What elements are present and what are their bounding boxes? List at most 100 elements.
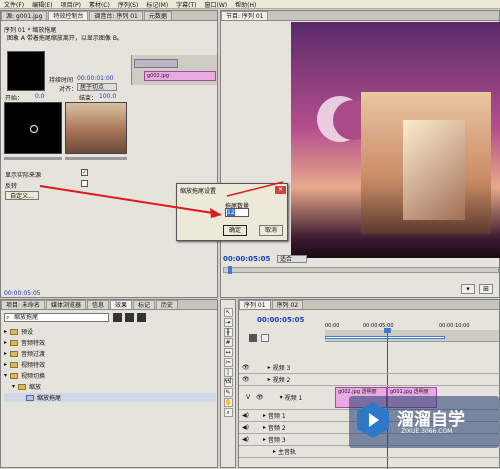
show-source-checkbox[interactable]: ✓ — [81, 169, 88, 176]
mini-timeline: g002.jpg — [131, 55, 217, 85]
menu-sequence[interactable]: 序列(S) — [114, 0, 143, 9]
tree-item-video-effects[interactable]: ▸ 视频特效 — [4, 360, 216, 369]
snap-icon[interactable] — [249, 334, 257, 342]
tab-sequence-01[interactable]: 序列 01 — [239, 300, 271, 309]
program-timecode[interactable]: 00:00:05:05 — [223, 255, 270, 263]
tree-label: 视频特效 — [21, 362, 46, 369]
tab-effects[interactable]: 效果 — [109, 300, 132, 309]
button-editor-icon[interactable]: ⊞ — [479, 284, 493, 294]
eye-icon[interactable]: 👁 — [242, 376, 250, 383]
speaker-icon[interactable]: ◀) — [242, 436, 249, 443]
preview-a — [4, 102, 62, 154]
collapse-icon[interactable]: ▸ — [263, 424, 266, 431]
pen-tool-icon[interactable]: ✎ — [223, 388, 233, 397]
align-select[interactable]: 居于切点 — [77, 83, 117, 91]
collapse-icon[interactable]: ▾ — [280, 394, 283, 401]
eye-icon[interactable]: 👁 — [256, 394, 264, 401]
tab-markers[interactable]: 标记 — [132, 300, 155, 309]
work-area-bar[interactable] — [325, 336, 445, 339]
effects-search-input[interactable]: ⌕ 缩放拖尾 — [4, 313, 109, 322]
timeline-timecode[interactable]: 00:00:05:05 — [257, 316, 304, 324]
selection-tool-icon[interactable]: ↖ — [223, 308, 233, 317]
hand-tool-icon[interactable]: ✋ — [223, 398, 233, 407]
track-label: 主音轨 — [277, 449, 296, 456]
track-video-2[interactable]: 👁 ▸ 视频 2 — [239, 374, 500, 386]
timeline-panel: 序列 01 序列 02 00:00:05:05 00:00 00:00:05:0… — [238, 299, 500, 469]
tab-program[interactable]: 节目: 序列 01 — [221, 11, 269, 20]
accelerated-effects-icon[interactable] — [113, 313, 122, 322]
tab-sequence-02[interactable]: 序列 02 — [271, 300, 304, 309]
tab-source[interactable]: 源: g001.jpg — [1, 11, 48, 20]
razor-tool-icon[interactable]: ✂ — [223, 358, 233, 367]
tree-item-presets[interactable]: ▸ 预设 — [4, 327, 216, 336]
tab-history[interactable]: 历史 — [156, 300, 179, 309]
tab-project[interactable]: 项目: 未命名 — [1, 300, 45, 309]
track-select-tool-icon[interactable]: ⇥ — [223, 318, 233, 327]
program-scrubber[interactable] — [223, 266, 499, 274]
close-icon[interactable]: ✕ — [275, 186, 286, 194]
tree-item-zoom[interactable]: ▾ 缩放 — [4, 382, 216, 391]
rolling-edit-tool-icon[interactable]: # — [223, 338, 233, 347]
end-slider[interactable] — [65, 157, 127, 160]
tree-item-zoom-trails[interactable]: 缩放拖尾 — [4, 393, 216, 402]
center-point-icon[interactable] — [30, 125, 38, 133]
track-video-3[interactable]: 👁 ▸ 视频 3 — [239, 362, 500, 374]
menu-title[interactable]: 字幕(T) — [172, 0, 200, 9]
eye-icon[interactable]: 👁 — [242, 364, 250, 371]
trail-count-input[interactable]: 12 — [225, 208, 249, 217]
tab-info[interactable]: 信息 — [86, 300, 109, 309]
start-slider[interactable] — [4, 157, 62, 160]
dialog-title: 缩放拖尾设置 — [180, 188, 217, 195]
collapse-icon[interactable]: ▸ — [273, 448, 276, 455]
menu-clip[interactable]: 素材(C) — [85, 0, 114, 9]
custom-button[interactable]: 自定义... — [5, 191, 39, 200]
32bit-effects-icon[interactable] — [125, 313, 134, 322]
menu-marker[interactable]: 标记(M) — [142, 0, 172, 9]
ok-button[interactable]: 确定 — [223, 225, 247, 236]
tab-metadata[interactable]: 元数据 — [143, 11, 172, 20]
transition-bar[interactable] — [134, 59, 178, 68]
playhead-marker[interactable] — [228, 266, 232, 274]
watermark-url: ZIXUE.3066.COM — [401, 428, 453, 435]
zoom-tool-icon[interactable]: ⌕ — [223, 408, 233, 417]
tree-label: 缩放拖尾 — [37, 395, 62, 402]
time-ruler[interactable] — [325, 330, 499, 342]
menu-edit[interactable]: 编辑(E) — [28, 0, 56, 9]
cancel-button[interactable]: 取消 — [259, 225, 283, 236]
menu-project[interactable]: 项目(P) — [57, 0, 85, 9]
ripple-edit-tool-icon[interactable]: ╫ — [223, 328, 233, 337]
effect-timecode[interactable]: 00:00:05:05 — [4, 290, 41, 297]
collapse-icon[interactable]: ▸ — [263, 436, 266, 443]
collapse-icon[interactable]: ▸ — [263, 412, 266, 419]
marker-icon[interactable] — [261, 334, 269, 342]
yuv-effects-icon[interactable] — [137, 313, 146, 322]
rate-stretch-tool-icon[interactable]: ↔ — [223, 348, 233, 357]
collapse-icon[interactable]: ▸ — [268, 376, 271, 383]
tab-audio-mixer[interactable]: 调音台: 序列 01 — [89, 11, 143, 20]
start-value[interactable]: 0.0 — [35, 93, 45, 100]
tree-item-audio-effects[interactable]: ▸ 音频特效 — [4, 338, 216, 347]
fit-select[interactable]: 适合 — [277, 255, 307, 263]
program-video-frame[interactable] — [291, 22, 500, 258]
tab-media-browser[interactable]: 媒体浏览器 — [45, 300, 86, 309]
settings-icon[interactable]: ▾ — [461, 284, 475, 294]
playhead-handle[interactable] — [384, 328, 391, 333]
menu-help[interactable]: 帮助(H) — [231, 0, 260, 9]
duration-value[interactable]: 00:00:01:00 — [77, 75, 114, 82]
speaker-icon[interactable]: ◀) — [242, 424, 249, 431]
menu-file[interactable]: 文件(F) — [0, 0, 28, 9]
tree-item-video-transitions[interactable]: ▾ 视频切换 — [4, 371, 216, 380]
transition-preview[interactable] — [7, 51, 45, 91]
transition-icon — [26, 394, 34, 401]
speaker-icon[interactable]: ◀) — [242, 412, 249, 419]
tree-label: 音频过渡 — [21, 351, 46, 358]
end-value[interactable]: 100.0 — [99, 93, 116, 100]
menu-window[interactable]: 窗口(W) — [201, 0, 232, 9]
tree-item-audio-transitions[interactable]: ▸ 音频过渡 — [4, 349, 216, 358]
reverse-checkbox[interactable] — [81, 180, 88, 187]
slip-tool-icon[interactable]: |↔| — [223, 368, 233, 384]
tab-effect-controls[interactable]: 特效控制台 — [48, 11, 89, 20]
clip-b[interactable]: g002.jpg — [144, 71, 216, 81]
folder-icon — [10, 361, 18, 368]
collapse-icon[interactable]: ▸ — [268, 364, 271, 371]
